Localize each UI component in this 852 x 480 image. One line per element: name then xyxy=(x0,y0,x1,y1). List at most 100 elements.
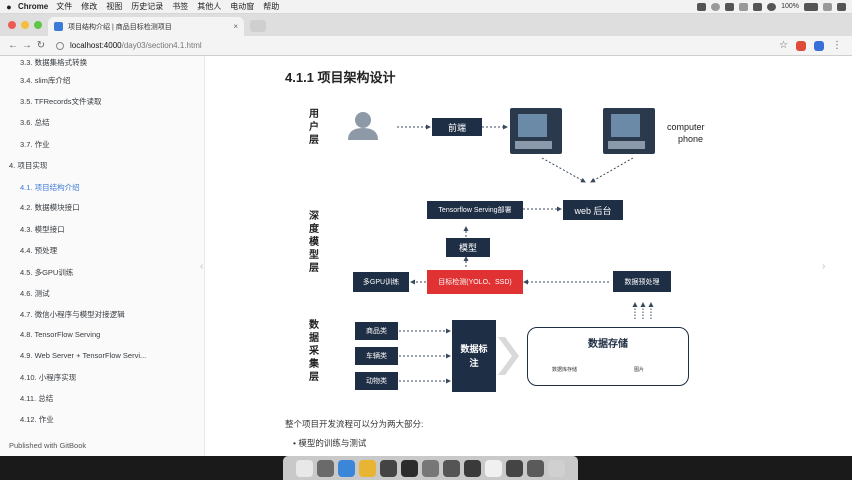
page-favicon-icon xyxy=(54,22,63,31)
storage-image-label: 图片 xyxy=(634,367,645,373)
tray-display-icon[interactable] xyxy=(739,2,749,11)
object-detection-box: 目标检测(YOLO、SSD) xyxy=(427,270,523,294)
sidebar-item[interactable]: 4.6. 测试 xyxy=(20,288,50,299)
model-box: 模型 xyxy=(446,238,490,257)
tray-record-icon[interactable] xyxy=(711,2,721,11)
data-labeling-box: 数据标注 xyxy=(452,320,496,392)
tray-cloud-icon[interactable] xyxy=(725,2,735,11)
intro-paragraph: 整个项目开发流程可以分为两大部分: xyxy=(285,419,424,429)
menu-people[interactable]: 其他人 xyxy=(197,1,221,12)
laptop-photo-image xyxy=(603,108,655,154)
bookmark-star-icon[interactable]: ☆ xyxy=(779,40,788,51)
macos-menu-bar: ● Chrome 文件 修改 视图 历史记录 书签 其他人 电动窗 帮助 100… xyxy=(0,0,852,14)
sidebar-item[interactable]: 3.7. 作业 xyxy=(20,139,50,150)
menu-app-name[interactable]: Chrome xyxy=(18,2,48,11)
sidebar-item[interactable]: 4. 项目实现 xyxy=(9,160,47,171)
app-icon[interactable] xyxy=(506,459,523,477)
frontend-box: 前端 xyxy=(432,118,482,136)
layer-label-data: 数据采集层 xyxy=(309,320,319,383)
sidebar-item[interactable]: 4.12. 作业 xyxy=(20,414,54,425)
macos-dock xyxy=(283,456,578,480)
sidebar-item[interactable]: 4.11. 总结 xyxy=(20,393,53,404)
app-icon[interactable] xyxy=(527,459,544,477)
device-label-phone: phone xyxy=(678,134,704,144)
extension-icon[interactable] xyxy=(796,40,806,51)
menu-edit[interactable]: 修改 xyxy=(81,1,97,12)
storage-db-label: 数据库存储 xyxy=(552,367,578,373)
tf-serving-box: Tensorflow Serving部署 xyxy=(427,201,523,219)
tab-strip: 项目结构介绍 | 商品目标检测项目 × xyxy=(0,14,852,36)
system-preferences-icon[interactable] xyxy=(422,459,439,477)
sidebar-item[interactable]: 4.3. 模型接口 xyxy=(20,224,65,235)
menu-view[interactable]: 视图 xyxy=(106,1,122,12)
desktop-photo-image xyxy=(510,108,562,154)
app-icon[interactable] xyxy=(443,459,460,477)
finder-icon[interactable] xyxy=(296,459,313,477)
sidebar-item-active[interactable]: 4.1. 项目结构介绍 xyxy=(20,182,80,193)
sidebar-item[interactable]: 3.6. 总结 xyxy=(20,117,50,128)
browser-tab[interactable]: 项目结构介绍 | 商品目标检测项目 × xyxy=(48,17,244,36)
chrome-icon[interactable] xyxy=(359,459,376,477)
profile-avatar-icon[interactable] xyxy=(814,40,824,51)
notification-center-icon[interactable] xyxy=(837,2,846,11)
sidebar-item[interactable]: 4.5. 多GPU训练 xyxy=(20,267,73,278)
sidebar-item[interactable]: 3.5. TFRecords文件读取 xyxy=(20,96,102,107)
app-icon[interactable] xyxy=(464,459,481,477)
site-info-icon[interactable] xyxy=(56,41,64,50)
search-icon[interactable] xyxy=(823,2,832,11)
battery-icon[interactable] xyxy=(804,2,818,11)
sidebar-item[interactable]: 4.7. 微信小程序与模型对接逻辑 xyxy=(20,309,125,320)
chevron-right-icon xyxy=(498,337,519,375)
url-path: /day03/section4.1.html xyxy=(121,41,202,50)
book-sidebar: 3.3. 数据集格式转换 3.4. slim库介绍 3.5. TFRecords… xyxy=(0,56,205,456)
typora-icon[interactable] xyxy=(485,459,502,477)
pycharm-icon[interactable] xyxy=(401,459,418,477)
source-box-vehicles: 车辆类 xyxy=(355,347,398,365)
menu-history[interactable]: 历史记录 xyxy=(131,1,163,12)
multi-gpu-box: 多GPU训练 xyxy=(353,272,409,292)
tab-title: 项目结构介绍 | 商品目标检测项目 xyxy=(68,23,172,31)
menu-help[interactable]: 帮助 xyxy=(263,1,279,12)
sidebar-item[interactable]: 4.4. 预处理 xyxy=(20,245,57,256)
sidebar-item[interactable]: 3.4. slim库介绍 xyxy=(20,75,70,86)
safari-icon[interactable] xyxy=(338,459,355,477)
trash-icon[interactable] xyxy=(548,459,565,477)
menu-window[interactable]: 电动窗 xyxy=(230,1,254,12)
preprocess-box: 数据预处理 xyxy=(613,271,671,292)
user-avatar-icon xyxy=(355,112,371,128)
menu-file[interactable]: 文件 xyxy=(56,1,72,12)
device-label-computer: computer xyxy=(667,122,705,132)
apple-icon[interactable]: ● xyxy=(0,2,18,12)
menu-more-icon[interactable]: ⋮ xyxy=(832,40,842,51)
sidebar-item[interactable]: 4.9. Web Server + TensorFlow Servi... xyxy=(20,351,146,360)
sidebar-item[interactable]: 4.2. 数据模块接口 xyxy=(20,202,80,213)
launchpad-icon[interactable] xyxy=(317,459,334,477)
menu-bookmarks[interactable]: 书签 xyxy=(172,1,188,12)
wifi-icon[interactable] xyxy=(767,2,777,11)
layer-label-user: 用户层 xyxy=(309,109,319,146)
minimize-window-button[interactable] xyxy=(21,21,29,29)
address-bar[interactable]: localhost:4000 /day03/section4.1.html xyxy=(56,41,696,50)
sidebar-item[interactable]: 4.10. 小程序实现 xyxy=(20,372,76,383)
prev-page-arrow-icon[interactable]: ‹ xyxy=(200,261,203,272)
tray-app-icon[interactable] xyxy=(697,2,707,11)
source-box-goods: 商品类 xyxy=(355,322,398,340)
sidebar-item[interactable]: 4.8. TensorFlow Serving xyxy=(20,330,100,339)
reload-icon[interactable]: ↻ xyxy=(34,40,48,51)
close-tab-icon[interactable]: × xyxy=(233,22,238,31)
back-icon[interactable]: ← xyxy=(6,40,20,51)
sidebar-item[interactable]: 3.3. 数据集格式转换 xyxy=(20,57,87,68)
terminal-icon[interactable] xyxy=(380,459,397,477)
new-tab-button[interactable] xyxy=(250,20,266,32)
web-backend-box: web 后台 xyxy=(563,200,623,220)
page-viewport: 3.3. 数据集格式转换 3.4. slim库介绍 3.5. TFRecords… xyxy=(0,56,852,456)
gitbook-footer-link[interactable]: Published with GitBook xyxy=(9,441,86,450)
url-host: localhost:4000 xyxy=(70,41,122,50)
user-avatar-body xyxy=(348,128,378,140)
zoom-window-button[interactable] xyxy=(34,21,42,29)
data-storage-panel: 数据存储 数据库存储 图片 xyxy=(527,327,689,386)
status-tray: 100% xyxy=(697,2,852,11)
forward-icon[interactable]: → xyxy=(20,40,34,51)
close-window-button[interactable] xyxy=(8,21,16,29)
tray-audio-icon[interactable] xyxy=(753,2,763,11)
